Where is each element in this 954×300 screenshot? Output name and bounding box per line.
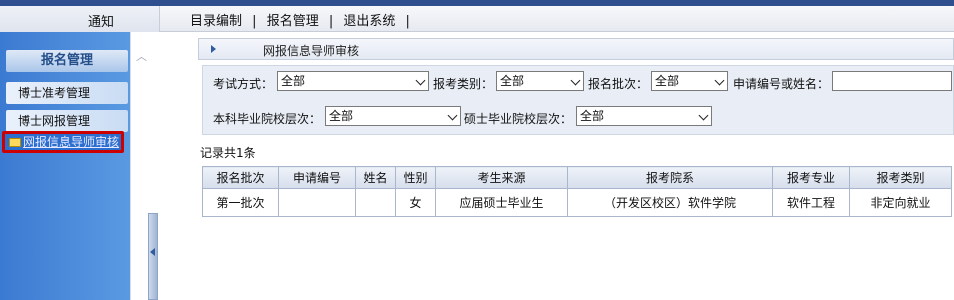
sidebar-title[interactable]: 报名管理: [6, 50, 128, 72]
exam-mode-select[interactable]: 全部: [277, 71, 429, 91]
sidebar-item-doctoral-online[interactable]: 博士网报管理: [6, 110, 128, 132]
chevron-down-icon: [415, 75, 426, 86]
nav-separator: |: [328, 14, 334, 29]
apply-type-value: 全部: [500, 74, 525, 88]
cell-gender: 女: [395, 188, 436, 217]
filter-panel: 考试方式： 全部 报考类别： 全部 报名批次： 全部 申请编号或姓名： 本科毕业…: [202, 65, 954, 135]
chevron-down-icon: [447, 110, 458, 121]
record-count: 记录共1条: [200, 146, 256, 160]
bachelor-level-select[interactable]: 全部: [325, 106, 461, 126]
col-header-gender[interactable]: 性别: [395, 166, 436, 189]
cell-app-id: [278, 188, 356, 217]
cell-name: [355, 188, 396, 217]
sidebar-item-label: 网报信息导师审核: [23, 135, 120, 149]
nav-logout[interactable]: 退出系统: [343, 14, 395, 29]
col-header-department[interactable]: 报考院系: [567, 166, 773, 189]
collapse-sidebar-handle[interactable]: [148, 213, 158, 300]
batch-label: 报名批次：: [588, 77, 649, 91]
batch-value: 全部: [655, 74, 680, 88]
nav-registration[interactable]: 报名管理: [267, 14, 319, 29]
sidebar-item-doctoral-admission[interactable]: 博士准考管理: [6, 82, 128, 104]
col-header-batch[interactable]: 报名批次: [202, 166, 279, 189]
header-bar: 通知 目录编制 | 报名管理 | 退出系统 |: [0, 6, 954, 32]
master-level-select[interactable]: 全部: [576, 106, 712, 126]
folder-icon: [9, 138, 21, 147]
results-table: 报名批次 申请编号 姓名 性别 考生来源 报考院系 报考专业 报考类别 第一批次…: [202, 166, 952, 217]
cell-source: 应届硕士毕业生: [435, 188, 568, 217]
apply-type-select[interactable]: 全部: [496, 71, 584, 91]
cell-apply-type: 非定向就业: [849, 188, 952, 217]
master-level-label: 硕士毕业院校层次：: [464, 112, 573, 126]
col-header-source[interactable]: 考生来源: [435, 166, 568, 189]
col-header-apply-type[interactable]: 报考类别: [849, 166, 952, 189]
table-row[interactable]: 第一批次 女 应届硕士毕业生 （开发区校区）软件学院 软件工程 非定向就业: [202, 188, 952, 217]
chevron-right-icon: [211, 45, 216, 53]
sidebar: 报名管理 博士准考管理 博士网报管理 网报信息导师审核: [0, 32, 130, 300]
chevron-up-icon[interactable]: ︿: [136, 48, 147, 64]
nav-separator: |: [252, 14, 257, 29]
id-or-name-input[interactable]: [832, 71, 952, 91]
chevron-down-icon: [698, 110, 709, 121]
cell-batch: 第一批次: [202, 188, 279, 217]
page-title: 网报信息导师审核: [263, 44, 360, 58]
notice-link[interactable]: 通知: [88, 11, 114, 30]
cell-major: 软件工程: [772, 188, 850, 217]
col-header-app-id[interactable]: 申请编号: [278, 166, 356, 189]
main-content: 网报信息导师审核 考试方式： 全部 报考类别： 全部 报名批次： 全部 申请编号…: [198, 32, 954, 300]
master-level-value: 全部: [580, 109, 605, 123]
cell-department: （开发区校区）软件学院: [567, 188, 773, 217]
chevron-left-icon: [150, 248, 155, 256]
exam-mode-label: 考试方式：: [213, 77, 274, 91]
batch-select[interactable]: 全部: [651, 71, 728, 91]
col-header-major[interactable]: 报考专业: [772, 166, 850, 189]
apply-type-label: 报考类别：: [433, 77, 494, 91]
nav-catalog[interactable]: 目录编制: [190, 14, 242, 29]
breadcrumb: 网报信息导师审核: [198, 38, 954, 60]
id-or-name-label: 申请编号或姓名：: [733, 77, 830, 91]
bachelor-level-label: 本科毕业院校层次：: [213, 112, 322, 126]
bachelor-level-value: 全部: [329, 109, 354, 123]
top-nav: 目录编制 | 报名管理 | 退出系统 |: [190, 10, 416, 29]
sidebar-item-advisor-review[interactable]: 网报信息导师审核: [2, 131, 124, 153]
nav-separator: |: [405, 14, 410, 29]
header-left-panel: 通知: [0, 6, 160, 32]
chevron-down-icon: [714, 75, 725, 86]
chevron-down-icon: [570, 75, 581, 86]
table-header-row: 报名批次 申请编号 姓名 性别 考生来源 报考院系 报考专业 报考类别: [202, 166, 952, 189]
col-header-name[interactable]: 姓名: [355, 166, 396, 189]
exam-mode-value: 全部: [281, 74, 306, 88]
